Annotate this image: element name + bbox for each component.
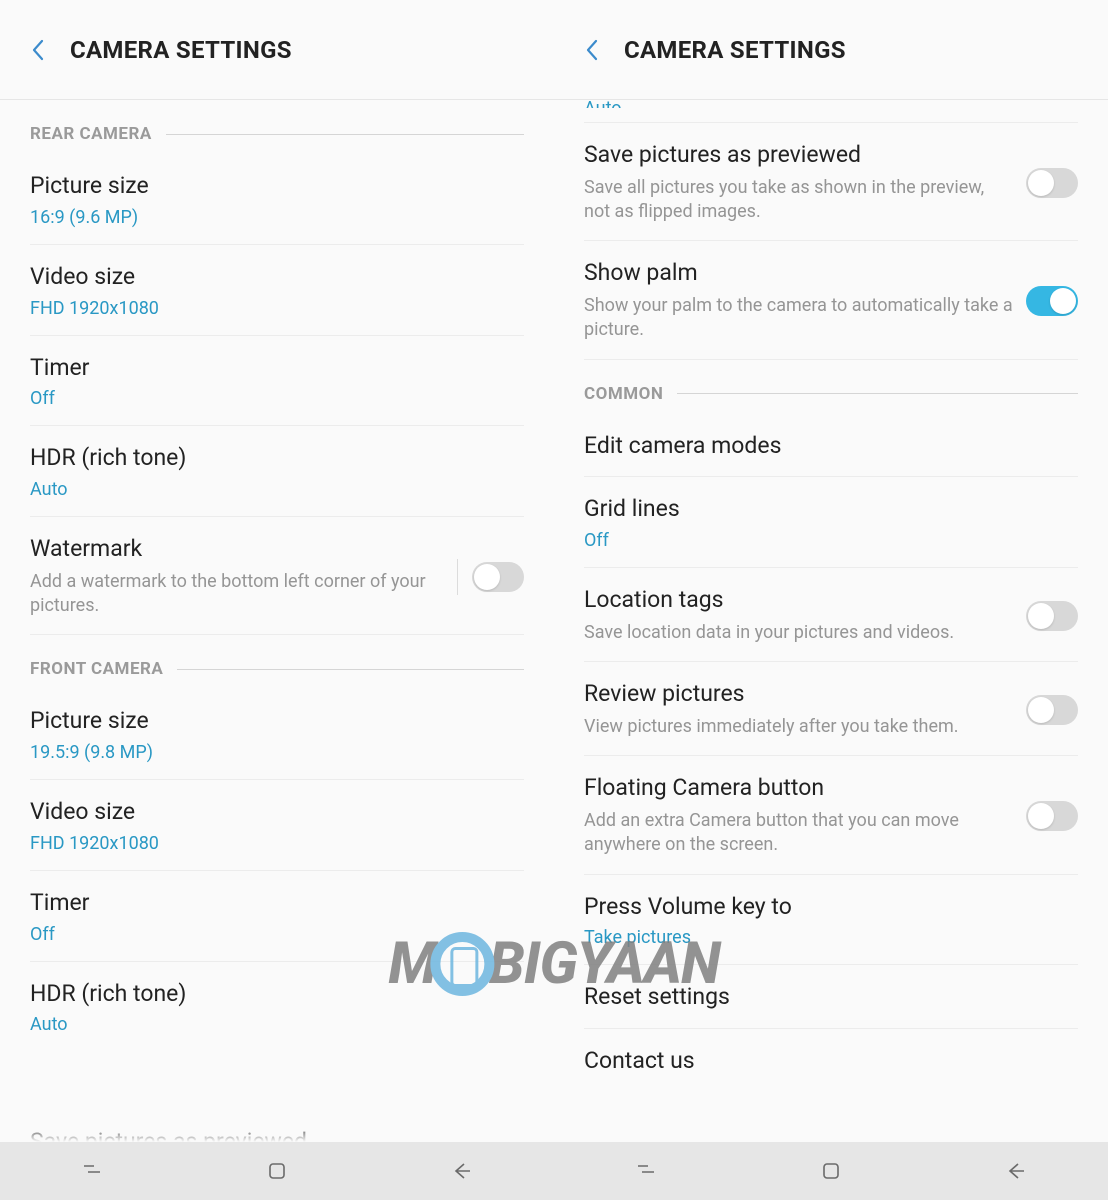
row-contact-us[interactable]: Contact us xyxy=(584,1029,1078,1092)
page-title: CAMERA SETTINGS xyxy=(70,36,292,64)
show-palm-toggle[interactable] xyxy=(1026,286,1078,316)
location-tags-toggle[interactable] xyxy=(1026,601,1078,631)
nav-bar xyxy=(0,1142,1108,1200)
row-hdr-front[interactable]: HDR (rich tone)Auto xyxy=(30,962,524,1052)
chevron-left-icon xyxy=(585,38,599,62)
home-button[interactable] xyxy=(265,1159,289,1183)
header: CAMERA SETTINGS xyxy=(0,0,554,100)
row-volume-key[interactable]: Press Volume key toTake pictures xyxy=(584,875,1078,966)
row-location-tags[interactable]: Location tagsSave location data in your … xyxy=(584,568,1078,662)
row-show-palm[interactable]: Show palmShow your palm to the camera to… xyxy=(584,241,1078,359)
row-hdr-rear[interactable]: HDR (rich tone)Auto xyxy=(30,426,524,517)
row-reset-settings[interactable]: Reset settings xyxy=(584,965,1078,1029)
row-watermark[interactable]: WatermarkAdd a watermark to the bottom l… xyxy=(30,517,524,635)
floating-button-toggle[interactable] xyxy=(1026,801,1078,831)
header: CAMERA SETTINGS xyxy=(554,0,1108,100)
row-timer-front[interactable]: TimerOff xyxy=(30,871,524,962)
section-front-camera: FRONT CAMERA xyxy=(30,635,524,689)
review-pictures-toggle[interactable] xyxy=(1026,695,1078,725)
partial-row-bottom[interactable]: Save pictures as previewed xyxy=(0,1112,554,1142)
partial-row-top[interactable]: Auto xyxy=(554,98,1108,108)
home-button[interactable] xyxy=(819,1159,843,1183)
row-grid-lines[interactable]: Grid linesOff xyxy=(584,477,1078,568)
chevron-left-icon xyxy=(31,38,45,62)
back-nav-button[interactable] xyxy=(1004,1159,1028,1183)
page-title: CAMERA SETTINGS xyxy=(624,36,846,64)
watermark-toggle[interactable] xyxy=(472,562,524,592)
row-video-size-rear[interactable]: Video sizeFHD 1920x1080 xyxy=(30,245,524,336)
row-floating-button[interactable]: Floating Camera buttonAdd an extra Camer… xyxy=(584,756,1078,874)
section-rear-camera: REAR CAMERA xyxy=(30,100,524,154)
row-picture-size-front[interactable]: Picture size19.5:9 (9.8 MP) xyxy=(30,689,524,780)
row-edit-modes[interactable]: Edit camera modes xyxy=(584,414,1078,478)
right-screen: CAMERA SETTINGS Auto Save pictures as pr… xyxy=(554,0,1108,1142)
save-previewed-toggle[interactable] xyxy=(1026,168,1078,198)
back-button[interactable] xyxy=(582,34,602,66)
row-review-pictures[interactable]: Review picturesView pictures immediately… xyxy=(584,662,1078,756)
row-picture-size-rear[interactable]: Picture size16:9 (9.6 MP) xyxy=(30,154,524,245)
left-screen: CAMERA SETTINGS REAR CAMERA Picture size… xyxy=(0,0,554,1142)
recents-button[interactable] xyxy=(634,1159,658,1183)
back-button[interactable] xyxy=(28,34,48,66)
recents-button[interactable] xyxy=(80,1159,104,1183)
section-common: COMMON xyxy=(584,360,1078,414)
row-save-previewed[interactable]: Save pictures as previewedSave all pictu… xyxy=(584,122,1078,241)
row-video-size-front[interactable]: Video sizeFHD 1920x1080 xyxy=(30,780,524,871)
row-timer-rear[interactable]: TimerOff xyxy=(30,336,524,427)
back-nav-button[interactable] xyxy=(450,1159,474,1183)
